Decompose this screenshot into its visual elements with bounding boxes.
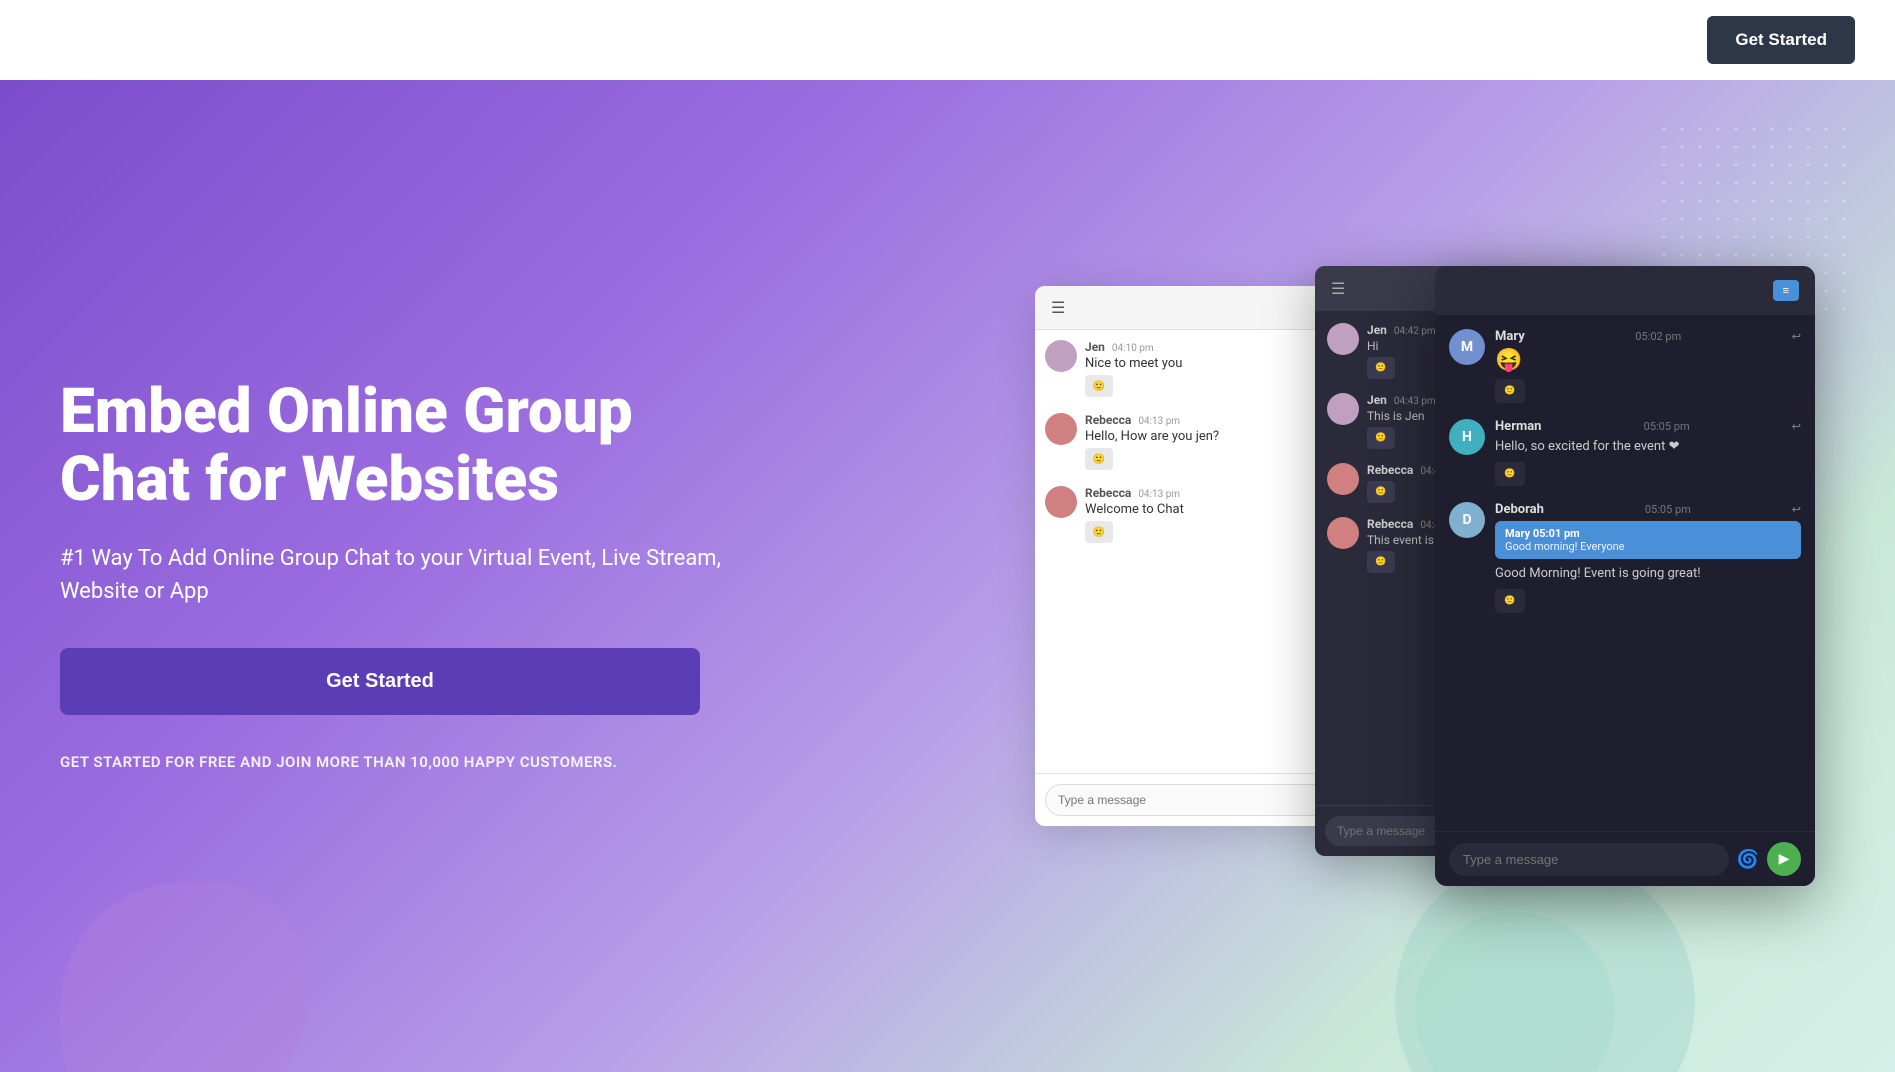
list-item: D Deborah 05:05 pm ↩ Mary 05:01 pm Good …: [1449, 502, 1801, 613]
list-item: H Herman 05:05 pm ↩ Hello, so excited fo…: [1449, 419, 1801, 486]
msg-author: Rebecca 04:13 pm: [1085, 486, 1184, 500]
reaction-icon: 🙂: [1367, 357, 1395, 379]
reaction-icon: 🙂: [1085, 521, 1113, 543]
msg-text: Welcome to Chat: [1085, 502, 1184, 517]
emoji-button[interactable]: 🌀: [1737, 849, 1759, 870]
avatar: H: [1449, 419, 1485, 455]
reply-bubble: Mary 05:01 pm Good morning! Everyone: [1495, 521, 1801, 559]
cwl-messages: Jen 04:10 pm Nice to meet you 🙂 Rebecca …: [1035, 330, 1355, 773]
nav-sign-in[interactable]: Sign In: [979, 30, 1034, 51]
msg-time: 05:02 pm: [1635, 330, 1681, 343]
nav-developer[interactable]: Developer: [295, 30, 376, 51]
msg-emoji: 😝: [1495, 348, 1801, 373]
msg-author: Deborah: [1495, 502, 1544, 517]
msg-author: Jen 04:42 pm: [1367, 323, 1436, 337]
msg-text: Good Morning! Event is going great!: [1495, 565, 1801, 583]
list-item: Rebecca 04:13 pm Welcome to Chat 🙂: [1045, 486, 1345, 543]
chat-input-light[interactable]: [1045, 784, 1345, 816]
cwf-header-btn[interactable]: ≡: [1773, 280, 1799, 301]
decorative-blob-green: [1415, 912, 1615, 1072]
reaction-icon: 🙂: [1085, 448, 1113, 470]
msg-text: Nice to meet you: [1085, 356, 1182, 371]
cwl-input-area: [1035, 773, 1355, 826]
hero-title: Embed Online Group Chat for Websites: [60, 378, 740, 514]
reaction-icon: 🙂: [1367, 551, 1395, 573]
avatar: [1045, 413, 1077, 445]
arrow-icon: ↩: [1792, 503, 1801, 516]
reply-text: Good morning! Everyone: [1505, 540, 1791, 553]
msg-text: Hello, How are you jen?: [1085, 429, 1219, 444]
msg-author: Mary: [1495, 329, 1525, 344]
menu-icon: ☰: [1051, 298, 1065, 317]
msg-author: Jen 04:43 pm: [1367, 393, 1436, 407]
hero-right-mockups: ☰ Jen 04:10 pm Nice to meet you 🙂 Rebecc…: [740, 266, 1835, 886]
msg-author: Jen 04:10 pm: [1085, 340, 1182, 354]
navbar: DeadSimpleChat Developer Features Pricin…: [0, 0, 1895, 80]
cwl-header: ☰: [1035, 286, 1355, 330]
avatar: [1327, 517, 1359, 549]
nav-get-started-button[interactable]: Get Started: [1707, 16, 1855, 64]
hero-section: Embed Online Group Chat for Websites #1 …: [0, 80, 1895, 1072]
avatar: [1327, 463, 1359, 495]
nav-live-streaming[interactable]: Live Streaming Chat: [653, 30, 815, 51]
list-item: Rebecca 04:13 pm Hello, How are you jen?…: [1045, 413, 1345, 470]
nav-support[interactable]: Support: [865, 30, 929, 51]
avatar: [1045, 486, 1077, 518]
cwf-messages: M Mary 05:02 pm ↩ 😝 🙂 H: [1435, 315, 1815, 831]
hero-left-content: Embed Online Group Chat for Websites #1 …: [60, 378, 740, 774]
reaction-icon: 🙂: [1495, 589, 1525, 613]
avatar: [1045, 340, 1077, 372]
decorative-blob-purple: [60, 882, 310, 1072]
avatar: [1327, 323, 1359, 355]
reaction-icon: 🙂: [1367, 481, 1395, 503]
avatar: [1327, 393, 1359, 425]
cwf-header: ≡: [1435, 266, 1815, 315]
avatar: M: [1449, 329, 1485, 365]
msg-author: Herman: [1495, 419, 1541, 434]
hero-subtitle: #1 Way To Add Online Group Chat to your …: [60, 542, 740, 608]
nav-links: Developer Features Pricing Live Streamin…: [295, 30, 1707, 51]
msg-time: 05:05 pm: [1644, 420, 1690, 433]
hero-get-started-button[interactable]: Get Started: [60, 648, 700, 715]
send-button[interactable]: ▶: [1767, 842, 1801, 876]
reply-author: Mary 05:01 pm: [1505, 527, 1791, 540]
chat-window-front: ≡ M Mary 05:02 pm ↩ 😝 🙂: [1435, 266, 1815, 886]
nav-features[interactable]: Features: [426, 30, 496, 51]
msg-text: Hi: [1367, 339, 1436, 353]
cwf-input-area: 🌀 ▶: [1435, 831, 1815, 886]
menu-icon: ☰: [1331, 279, 1345, 298]
arrow-icon: ↩: [1792, 420, 1801, 433]
msg-text: Hello, so excited for the event ❤: [1495, 438, 1801, 456]
msg-author: Rebecca 04:13 pm: [1085, 413, 1219, 427]
nav-pricing[interactable]: Pricing: [546, 30, 603, 51]
brand-logo[interactable]: DeadSimpleChat: [40, 25, 235, 55]
list-item: M Mary 05:02 pm ↩ 😝 🙂: [1449, 329, 1801, 403]
reaction-icon: 🙂: [1367, 427, 1395, 449]
reaction-icon: 🙂: [1495, 462, 1525, 486]
msg-text: This is Jen: [1367, 409, 1436, 423]
avatar: D: [1449, 502, 1485, 538]
reaction-icon: 🙂: [1085, 375, 1113, 397]
chat-window-light: ☰ Jen 04:10 pm Nice to meet you 🙂 Rebecc…: [1035, 286, 1355, 826]
chat-input-front[interactable]: [1449, 843, 1729, 876]
list-item: Jen 04:10 pm Nice to meet you 🙂: [1045, 340, 1345, 397]
reaction-icon: 🙂: [1495, 379, 1525, 403]
msg-time: 05:05 pm: [1645, 503, 1691, 516]
hero-tagline: GET STARTED FOR FREE AND JOIN MORE THAN …: [60, 751, 740, 774]
arrow-icon: ↩: [1792, 330, 1801, 343]
